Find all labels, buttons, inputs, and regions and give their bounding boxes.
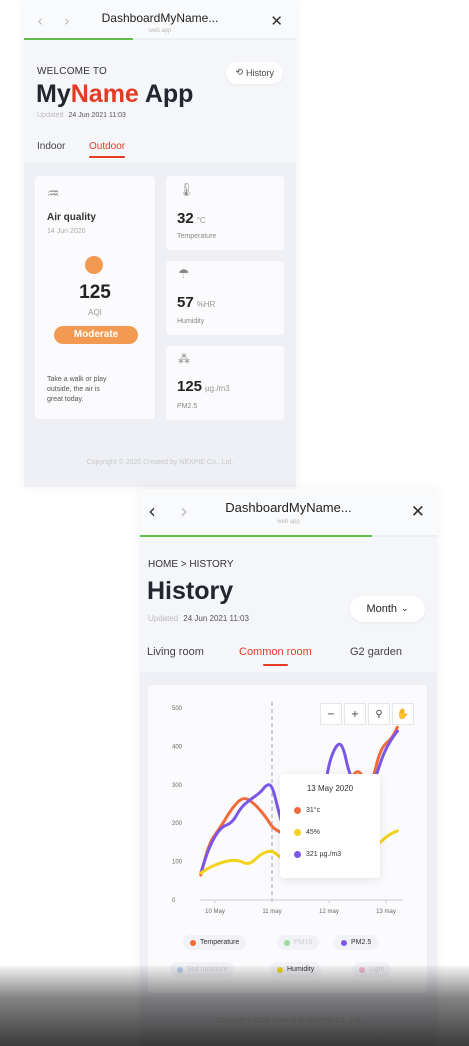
y-tick-label: 200 [172,821,183,827]
pm25-unit: µg./m3 [205,384,230,393]
close-icon[interactable]: ✕ [270,12,283,30]
dashboard-screen: ‹ › DashboardMyName... web app ✕ WELCOME… [24,0,296,487]
aqi-unit: AQI [88,308,102,317]
welcome-label: WELCOME TO [37,66,107,77]
tooltip-dot [294,851,301,858]
aqi-face-icon [85,256,103,274]
page-title-bar: DashboardMyName... [101,11,219,25]
updated-value: 24 Jun 2021 11:03 [68,112,126,119]
tooltip-dot [294,829,301,836]
legend-dot [341,939,347,946]
humidity-card[interactable]: ☂ 57 %HR Humidity [166,261,284,335]
pm-icon: ⁂ [178,352,190,366]
legend-label: Temperature [200,939,240,946]
legend-item-pm10[interactable]: PM10 [277,935,320,950]
temperature-unit: °C [196,216,206,225]
legend-dot [284,939,290,946]
legend-dot [359,966,365,973]
air-icon: ♒ [47,186,60,202]
pan-hand-icon[interactable]: ✋ [392,703,414,725]
legend-label: PM2.5 [351,939,372,946]
history-button[interactable]: ⟲ History [226,62,283,84]
legend-item-humidity[interactable]: Humidity [270,962,322,977]
y-tick-label: 0 [172,898,176,904]
history-button-label: History [245,68,274,78]
pm25-value: 125 µg./m3 [177,378,230,395]
app-title-part: App [138,80,194,108]
tab-indoor[interactable]: Indoor [37,141,65,152]
legend-item-light[interactable]: Light [352,962,392,977]
humidity-unit: %HR [196,300,216,309]
page-subtitle-bar: web app [148,28,172,34]
note-line: Take a walk or play [47,376,107,383]
app-title-part: My [36,80,71,108]
temperature-label: Temperature [177,233,217,240]
air-quality-card[interactable]: ♒ Air quality 14 Jun 2020 125 AQI Modera… [35,176,155,419]
zoom-out-icon[interactable]: − [320,703,342,725]
legend-item-soil-moisture[interactable]: Soil moisture [170,962,235,977]
legend-label: Humidity [287,966,315,973]
app-title: MyName App [36,80,193,109]
x-tick-label: 12 may [319,909,339,915]
tooltip-date: 13 May 2020 [306,784,354,793]
legend-dot [177,966,183,973]
air-quality-note: Take a walk or play outside, the air is … [47,375,147,405]
temperature-value: 32 °C [177,210,206,227]
legend-label: Soil moisture [187,966,228,973]
page-load-progress [24,38,296,40]
legend-dot [190,939,196,946]
y-tick-label: 100 [172,860,183,866]
legend-item-pm25[interactable]: PM2.5 [334,935,379,950]
tooltip-row-humidity: 45% [294,829,320,836]
temperature-card[interactable]: 🌡 32 °C Temperature [166,176,284,250]
browser-topbar: ‹ › DashboardMyName... web app ✕ [24,0,296,40]
humidity-number: 57 [177,294,194,311]
pm25-label: PM2.5 [177,403,198,410]
temperature-number: 32 [177,210,194,227]
note-line: great today. [47,396,84,403]
magnifier-icon[interactable]: ⚲ [368,703,390,725]
history-screen: ‹ › DashboardMyName... web app ✕ HOME > … [140,489,437,1046]
tab-outdoor[interactable]: Outdoor [89,141,126,158]
chart-tooltip: 13 May 2020 31°c 45% 321 µg./m3 [280,774,380,878]
x-tick-label: 11 may [262,909,281,915]
tooltip-value: 31°c [306,807,321,814]
updated-label: Updated [37,112,64,119]
legend-item-temperature[interactable]: Temperature [183,935,247,950]
x-tick-label: 10 May [205,909,225,915]
aqi-value: 125 [79,282,111,303]
status-badge: Moderate [54,326,138,344]
humidity-icon: ☂ [178,267,190,282]
legend-dot [277,966,283,973]
y-tick-label: 300 [172,783,183,789]
humidity-label: Humidity [177,318,205,325]
humidity-value: 57 %HR [177,294,215,311]
pm25-number: 125 [177,378,203,395]
legend-label: PM10 [294,939,313,946]
tooltip-row-temperature: 31°c [294,807,320,814]
tooltip-dot [294,807,301,814]
note-line: outside, the air is [47,386,100,393]
air-quality-date: 14 Jun 2020 [47,228,86,235]
footer-copyright: Copyright © 2020 Created by NEXPIE Co., … [86,459,234,466]
pm25-card[interactable]: ⁂ 125 µg./m3 PM2.5 [166,346,284,420]
tooltip-row-pm25: 321 µg./m3 [294,851,341,858]
updated-timestamp: Updated 24 Jun 2021 11:03 [37,112,126,119]
y-tick-label: 400 [172,744,183,750]
legend-label: Light [369,966,385,973]
history-icon: ⟲ [235,68,243,78]
tooltip-value: 321 µg./m3 [306,851,342,858]
tooltip-value: 45% [306,829,321,836]
x-tick-label: 13 may [376,909,396,915]
zoom-in-icon[interactable]: + [344,703,366,725]
y-tick-label: 500 [172,706,183,712]
thermometer-icon: 🌡 [178,183,195,198]
app-title-accent: Name [70,80,139,108]
air-quality-title: Air quality [47,212,96,223]
footer-copyright: Copyright © 2020 Created by NEXPIE Co., … [215,1017,362,1024]
